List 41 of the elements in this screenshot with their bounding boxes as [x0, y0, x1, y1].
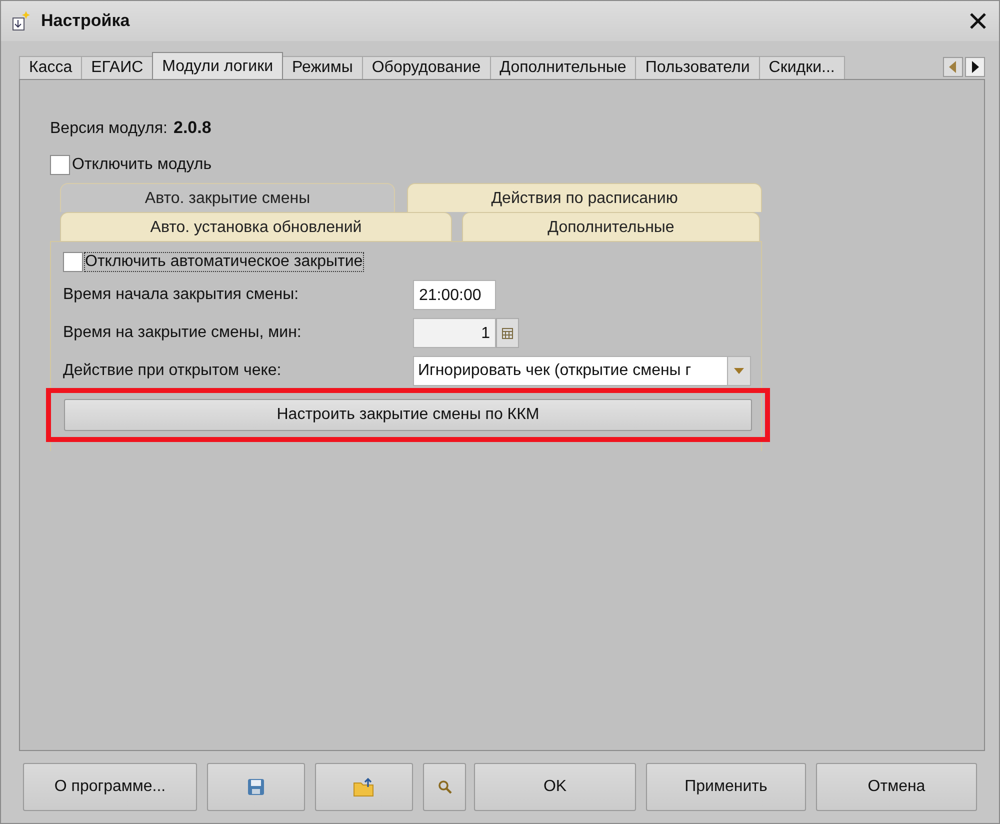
- folder-arrow-icon: [353, 777, 375, 797]
- time-field[interactable]: 21:00:00: [413, 280, 496, 310]
- close-icon[interactable]: [969, 12, 987, 30]
- tab[interactable]: Модули логики: [152, 52, 284, 79]
- checkbox-label: Отключить модуль: [72, 156, 212, 174]
- tab[interactable]: Дополнительные: [490, 56, 636, 79]
- scroll-right-icon[interactable]: [965, 57, 985, 77]
- sub-tab[interactable]: Дополнительные: [462, 212, 760, 241]
- dialog-button[interactable]: О программе...: [23, 763, 197, 811]
- sub-tab[interactable]: Авто. установка обновлений: [60, 212, 452, 241]
- dialog-button[interactable]: Отмена: [816, 763, 977, 811]
- calculator-button[interactable]: [496, 318, 519, 348]
- calculator-icon: [502, 328, 513, 338]
- open-button[interactable]: [315, 763, 413, 811]
- search-button[interactable]: [423, 763, 466, 811]
- field-label: Действие при открытом чеке:: [63, 362, 282, 380]
- tab[interactable]: Оборудование: [362, 56, 491, 79]
- search-icon: [438, 780, 452, 794]
- version-label: Версия модуля:: [50, 120, 168, 138]
- number-field[interactable]: 1: [413, 318, 496, 348]
- tab[interactable]: Касса: [19, 56, 82, 79]
- configure-button[interactable]: Настроить закрытие смены по ККМ: [64, 399, 752, 431]
- sub-tab[interactable]: Авто. закрытие смены: [60, 183, 396, 212]
- dialog-button[interactable]: Применить: [646, 763, 806, 811]
- version-value: 2.0.8: [174, 118, 212, 138]
- window-title: Настройка: [41, 11, 131, 31]
- dialog-button[interactable]: OK: [474, 763, 636, 811]
- field-label: Время на закрытие смены, мин:: [63, 324, 302, 342]
- tab[interactable]: Режимы: [282, 56, 363, 79]
- caret-icon: [734, 368, 744, 374]
- sub-tab[interactable]: Действия по расписанию: [407, 183, 762, 212]
- checkbox[interactable]: [50, 155, 70, 175]
- app-icon: [11, 10, 31, 32]
- field-label: Время начала закрытия смены:: [63, 286, 300, 304]
- save-button[interactable]: [207, 763, 305, 811]
- checkbox[interactable]: [63, 252, 83, 272]
- tab[interactable]: Пользователи: [635, 56, 760, 79]
- dropdown[interactable]: Игнорировать чек (открытие смены г: [413, 356, 751, 386]
- tab[interactable]: Скидки...: [758, 56, 845, 79]
- checkbox-label: Отключить автоматическое закрытие: [85, 253, 363, 271]
- tab[interactable]: ЕГАИС: [81, 56, 154, 79]
